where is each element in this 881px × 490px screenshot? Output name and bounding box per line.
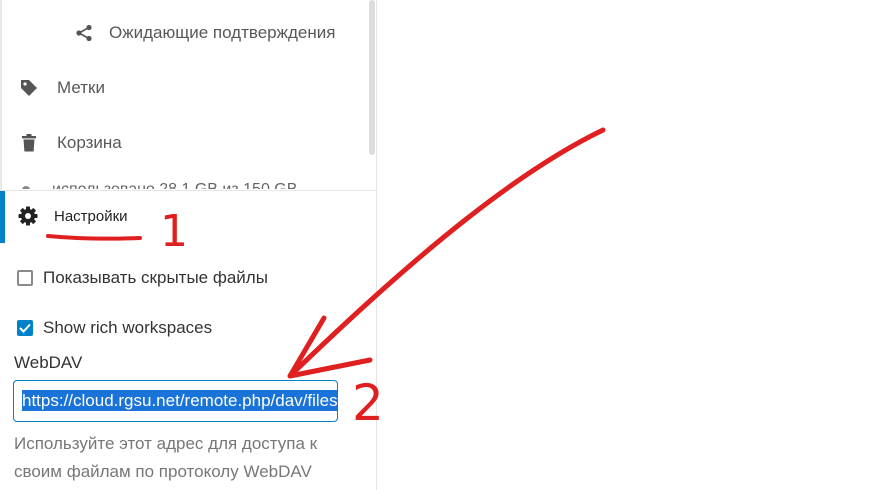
show-hidden-files-checkbox[interactable] [17, 270, 33, 286]
app-navigation: Ожидающие подтверждения Метки Корзина ис… [0, 0, 377, 490]
gear-icon [18, 206, 38, 226]
show-rich-workspaces-checkbox[interactable] [17, 320, 33, 336]
quota-text: использовано 28,1 GB из 150 GB [52, 181, 297, 189]
show-rich-workspaces-option[interactable]: Show rich workspaces [17, 318, 212, 338]
tag-icon [18, 77, 40, 99]
share-icon [73, 22, 95, 44]
nav-scrollbar[interactable] [369, 0, 375, 155]
webdav-hint: Используйте этот адрес для доступа к сво… [14, 434, 318, 481]
checkmark-icon [19, 323, 31, 333]
show-hidden-files-label[interactable]: Показывать скрытые файлы [43, 268, 268, 288]
nav-item-trash[interactable]: Корзина [18, 132, 122, 154]
settings-divider [0, 190, 376, 191]
settings-active-indicator [0, 191, 5, 243]
nav-item-label: Метки [57, 78, 105, 97]
webdav-label: WebDAV [14, 353, 83, 372]
webdav-url-field[interactable]: https://cloud.rgsu.net/remote.php/dav/fi… [13, 380, 338, 422]
settings-toggle[interactable]: Настройки [18, 206, 128, 226]
nav-item-tags[interactable]: Метки [18, 77, 105, 99]
nav-edge [0, 0, 2, 190]
settings-title: Настройки [54, 207, 128, 225]
trash-icon [18, 132, 40, 154]
nav-item-pending-shares[interactable]: Ожидающие подтверждения [73, 22, 335, 44]
nav-item-label: Корзина [57, 133, 122, 152]
show-rich-workspaces-label[interactable]: Show rich workspaces [43, 318, 212, 338]
quota-dot-icon [22, 185, 30, 189]
quota-indicator: использовано 28,1 GB из 150 GB [22, 178, 297, 189]
nav-item-label: Ожидающие подтверждения [109, 23, 336, 42]
webdav-url-value[interactable]: https://cloud.rgsu.net/remote.php/dav/fi… [22, 390, 337, 411]
show-hidden-files-option[interactable]: Показывать скрытые файлы [17, 268, 268, 288]
